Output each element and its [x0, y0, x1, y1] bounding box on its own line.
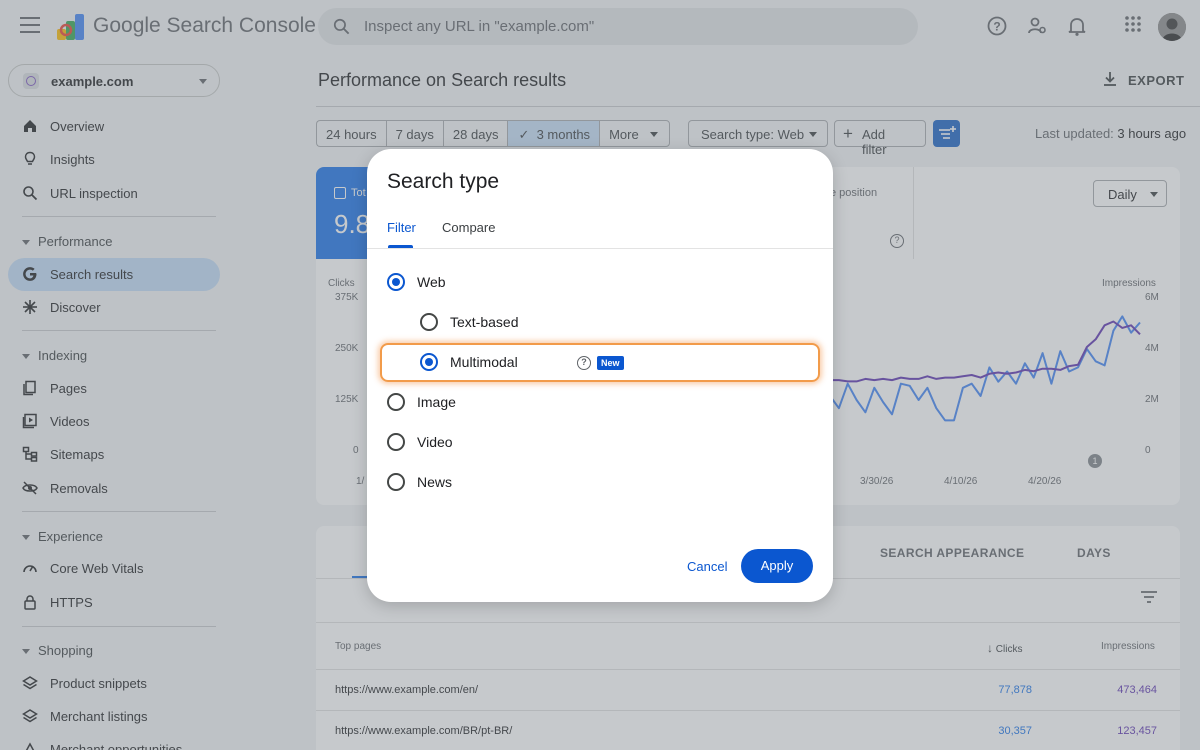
option-label: News — [417, 474, 453, 490]
option-label: Text-based — [450, 314, 519, 330]
option-label: Web — [417, 274, 446, 290]
tab-filter[interactable]: Filter — [387, 220, 416, 235]
dialog-tab-divider — [367, 248, 833, 249]
dialog-title: Search type — [387, 170, 500, 193]
tab-compare[interactable]: Compare — [442, 220, 495, 235]
help-icon[interactable]: ? — [577, 356, 591, 370]
option-label: Image — [417, 394, 456, 410]
radio-unselected[interactable] — [387, 473, 405, 491]
radio-unselected[interactable] — [420, 313, 438, 331]
radio-unselected[interactable] — [387, 393, 405, 411]
new-badge: New — [597, 356, 624, 370]
option-label: Multimodal — [450, 354, 518, 370]
search-type-dialog: Search type Filter Compare Web Text-base… — [367, 149, 833, 602]
radio-selected[interactable] — [420, 353, 438, 371]
option-label: Video — [417, 434, 453, 450]
radio-unselected[interactable] — [387, 433, 405, 451]
radio-selected[interactable] — [387, 273, 405, 291]
apply-button[interactable]: Apply — [741, 549, 813, 583]
cancel-button[interactable]: Cancel — [687, 559, 727, 574]
